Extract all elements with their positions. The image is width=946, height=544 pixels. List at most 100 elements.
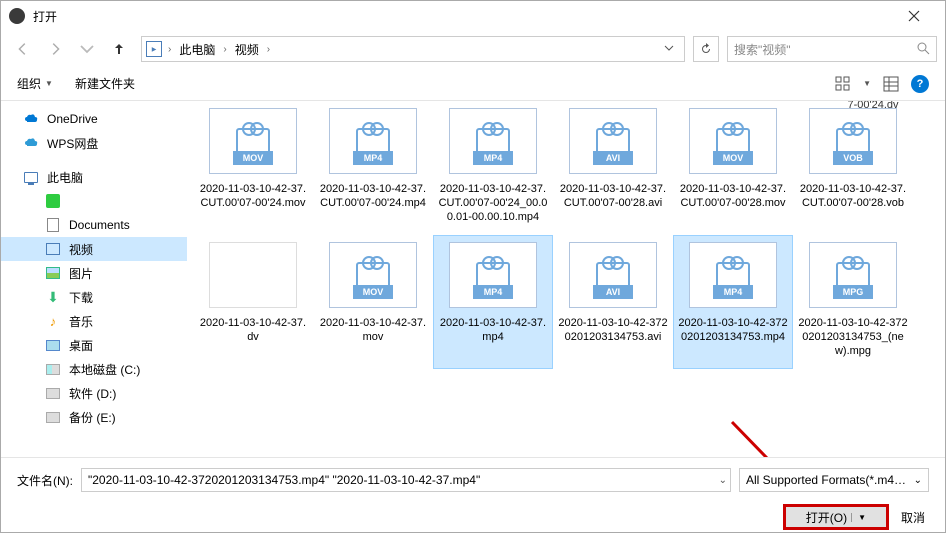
file-thumbnail: AVI bbox=[569, 242, 657, 308]
filename-dropdown-icon[interactable]: ⌄ bbox=[715, 471, 731, 490]
file-thumbnail bbox=[209, 242, 297, 308]
sidebar-item-unknown[interactable] bbox=[1, 189, 187, 213]
sidebar-item-downloads[interactable]: ⬇ 下载 bbox=[1, 285, 187, 309]
file-thumbnail: MPG bbox=[809, 242, 897, 308]
documents-icon bbox=[45, 217, 61, 233]
file-thumbnail: MOV bbox=[689, 108, 777, 174]
file-name-label: 2020-11-03-10-42-3720201203134753.mp4 bbox=[676, 316, 790, 344]
up-button[interactable] bbox=[105, 35, 133, 63]
filename-input[interactable] bbox=[81, 468, 731, 492]
file-name-label: 2020-11-03-10-42-37.mov bbox=[316, 316, 430, 344]
file-name-label: 2020-11-03-10-42-37.dv bbox=[196, 316, 310, 344]
sidebar-item-disk-e[interactable]: 备份 (E:) bbox=[1, 405, 187, 429]
sidebar-item-onedrive[interactable]: OneDrive bbox=[1, 107, 187, 131]
breadcrumb-videos[interactable]: 视频 bbox=[233, 41, 261, 58]
file-item[interactable]: MOV2020-11-03-10-42-37.CUT.00'07-00'24.m… bbox=[193, 101, 313, 235]
search-placeholder: 搜索"视频" bbox=[734, 41, 791, 58]
file-thumbnail: AVI bbox=[569, 108, 657, 174]
sidebar-item-wps[interactable]: WPS网盘 bbox=[1, 131, 187, 155]
filename-label: 文件名(N): bbox=[17, 472, 73, 489]
chevron-right-icon: › bbox=[164, 44, 175, 55]
file-thumbnail: MP4 bbox=[449, 108, 537, 174]
window-title: 打开 bbox=[33, 8, 891, 25]
file-item[interactable]: MOV 2020-11-03-10-42-37.mov bbox=[313, 235, 433, 369]
file-item[interactable]: MP4 2020-11-03-10-42-37.CUT.00'07-00'24_0… bbox=[433, 101, 553, 235]
sidebar-item-pictures[interactable]: 图片 bbox=[1, 261, 187, 285]
file-item[interactable]: MP4 2020-11-03-10-42-37.mp4 bbox=[433, 235, 553, 369]
file-name-label: 2020-11-03-10-42-37.CUT.00'07-00'28.vob bbox=[796, 182, 910, 210]
sidebar-item-music[interactable]: ♪ 音乐 bbox=[1, 309, 187, 333]
sidebar-item-documents[interactable]: Documents bbox=[1, 213, 187, 237]
file-item[interactable]: MP4 2020-11-03-10-42-37.CUT.00'07-00'24.m… bbox=[313, 101, 433, 235]
breadcrumb[interactable]: › 此电脑 › 视频 › bbox=[141, 36, 685, 62]
search-icon bbox=[916, 41, 930, 58]
onedrive-icon bbox=[23, 111, 39, 127]
downloads-icon: ⬇ bbox=[45, 289, 61, 305]
breadcrumb-dropdown[interactable] bbox=[664, 42, 680, 56]
view-thumbnails-icon[interactable] bbox=[835, 76, 851, 92]
new-folder-button[interactable]: 新建文件夹 bbox=[75, 75, 135, 92]
file-thumbnail: MOV bbox=[329, 242, 417, 308]
sidebar-item-this-pc[interactable]: 此电脑 bbox=[1, 165, 187, 189]
sidebar-item-disk-d[interactable]: 软件 (D:) bbox=[1, 381, 187, 405]
wps-icon bbox=[23, 135, 39, 151]
format-badge: MOV bbox=[353, 285, 393, 299]
file-item[interactable]: MPG2020-11-03-10-42-3720201203134753_(ne… bbox=[793, 235, 913, 369]
breadcrumb-pc[interactable]: 此电脑 bbox=[177, 41, 217, 58]
format-badge: MOV bbox=[713, 151, 753, 165]
recent-dropdown[interactable] bbox=[73, 35, 101, 63]
file-item[interactable]: MP4 2020-11-03-10-42-3720201203134753.mp4 bbox=[673, 235, 793, 369]
green-folder-icon bbox=[45, 193, 61, 209]
annotation-arrow bbox=[727, 417, 917, 457]
file-thumbnail: MOV bbox=[209, 108, 297, 174]
file-grid[interactable]: 7-00'24.dv MOV2020-11-03-10-42-37.CUT.00… bbox=[187, 101, 945, 457]
file-name-label: 2020-11-03-10-42-37.CUT.00'07-00'28.avi bbox=[556, 182, 670, 210]
app-icon bbox=[9, 8, 25, 24]
music-icon: ♪ bbox=[45, 313, 61, 329]
sidebar-item-disk-c[interactable]: 本地磁盘 (C:) bbox=[1, 357, 187, 381]
file-item[interactable]: MOV 2020-11-03-10-42-37.CUT.00'07-00'28.m… bbox=[673, 101, 793, 235]
file-name-label: 2020-11-03-10-42-3720201203134753.avi bbox=[556, 316, 670, 344]
organize-menu[interactable]: 组织▼ bbox=[17, 75, 53, 92]
pictures-icon bbox=[45, 265, 61, 281]
monitor-icon bbox=[23, 169, 39, 185]
file-item[interactable]: AVI 2020-11-03-10-42-3720201203134753.avi bbox=[553, 235, 673, 369]
file-name-label: 2020-11-03-10-42-37.CUT.00'07-00'28.mov bbox=[676, 182, 790, 210]
sidebar-item-desktop[interactable]: 桌面 bbox=[1, 333, 187, 357]
format-badge: AVI bbox=[593, 151, 633, 165]
file-item[interactable]: VOB 2020-11-03-10-42-37.CUT.00'07-00'28.v… bbox=[793, 101, 913, 235]
close-icon bbox=[908, 10, 920, 22]
cancel-button[interactable]: 取消 bbox=[901, 509, 925, 526]
format-badge: MPG bbox=[833, 285, 873, 299]
desktop-icon bbox=[45, 337, 61, 353]
sidebar-item-videos[interactable]: 视频 bbox=[1, 237, 187, 261]
format-badge: MOV bbox=[233, 151, 273, 165]
search-input[interactable]: 搜索"视频" bbox=[727, 36, 937, 62]
disk-icon bbox=[45, 409, 61, 425]
file-type-filter[interactable]: All Supported Formats(*.m4… ⌄ bbox=[739, 468, 929, 492]
file-name-label: 2020-11-03-10-42-37.CUT.00'07-00'24_00.0… bbox=[436, 182, 550, 224]
format-badge: MP4 bbox=[713, 285, 753, 299]
disk-icon bbox=[45, 361, 61, 377]
view-details-icon[interactable] bbox=[883, 76, 899, 92]
back-button[interactable] bbox=[9, 35, 37, 63]
disk-icon bbox=[45, 385, 61, 401]
format-badge: MP4 bbox=[473, 151, 513, 165]
format-badge: AVI bbox=[593, 285, 633, 299]
file-thumbnail: MP4 bbox=[449, 242, 537, 308]
videos-icon bbox=[45, 241, 61, 257]
file-thumbnail: VOB bbox=[809, 108, 897, 174]
view-dropdown-icon[interactable]: ▼ bbox=[863, 79, 871, 88]
refresh-button[interactable] bbox=[693, 36, 719, 62]
file-name-label: 2020-11-03-10-42-37.CUT.00'07-00'24.mp4 bbox=[316, 182, 430, 210]
split-dropdown-icon: ▼ bbox=[851, 513, 866, 522]
chevron-down-icon: ⌄ bbox=[914, 475, 922, 486]
file-name-label: 2020-11-03-10-42-37.mp4 bbox=[436, 316, 550, 344]
forward-button[interactable] bbox=[41, 35, 69, 63]
file-item[interactable]: 2020-11-03-10-42-37.dv bbox=[193, 235, 313, 369]
help-icon[interactable]: ? bbox=[911, 75, 929, 93]
close-button[interactable] bbox=[891, 1, 937, 31]
open-button[interactable]: 打开(O) ▼ bbox=[783, 504, 889, 530]
file-item[interactable]: AVI 2020-11-03-10-42-37.CUT.00'07-00'28.a… bbox=[553, 101, 673, 235]
file-thumbnail: MP4 bbox=[329, 108, 417, 174]
